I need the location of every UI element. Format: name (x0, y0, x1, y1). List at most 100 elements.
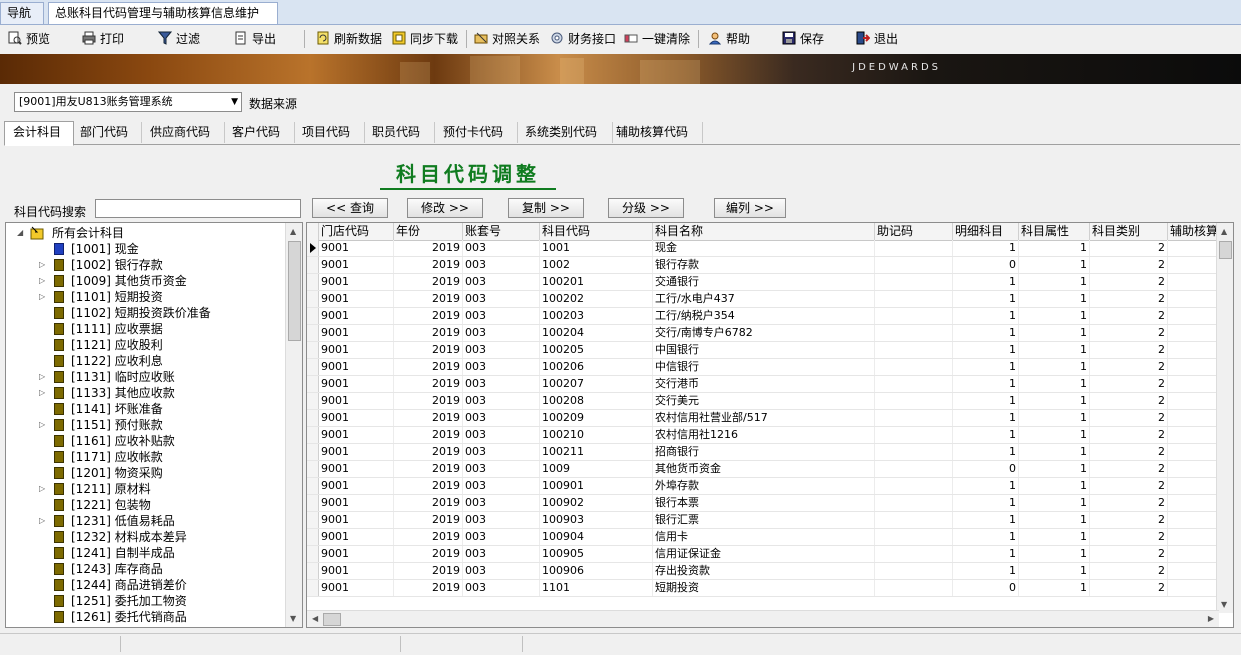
row-selector[interactable] (307, 342, 319, 358)
table-row[interactable]: 9001 2019 003 100201 交通银行 1 1 2 (307, 274, 1220, 291)
table-cell[interactable]: 1 (953, 478, 1019, 494)
table-cell[interactable]: 2 (1090, 308, 1168, 324)
expand-triangle-icon[interactable]: ▷ (39, 369, 49, 385)
table-cell[interactable] (875, 495, 953, 511)
table-cell[interactable]: 2 (1090, 291, 1168, 307)
table-cell[interactable]: 1 (1019, 393, 1090, 409)
table-cell[interactable]: 银行汇票 (653, 512, 875, 528)
table-cell[interactable]: 1 (1019, 427, 1090, 443)
table-cell[interactable] (875, 342, 953, 358)
table-cell[interactable]: 2 (1090, 580, 1168, 596)
grid-horizontal-scrollbar[interactable]: ◀ ▶ (307, 610, 1219, 627)
table-cell[interactable]: 1 (1019, 376, 1090, 392)
table-cell[interactable]: 农村信用社1216 (653, 427, 875, 443)
table-cell[interactable]: 9001 (319, 240, 394, 256)
table-cell[interactable]: 100901 (540, 478, 653, 494)
table-cell[interactable]: 003 (463, 291, 540, 307)
filter-button[interactable]: 过滤 (158, 29, 200, 49)
tab-employee-code[interactable]: 职员代码 (364, 122, 435, 143)
table-cell[interactable] (875, 580, 953, 596)
table-row[interactable]: 9001 2019 003 100205 中国银行 1 1 2 (307, 342, 1220, 359)
mapping-button[interactable]: 对照关系 (474, 29, 540, 49)
table-cell[interactable]: 003 (463, 427, 540, 443)
table-cell[interactable]: 存出投资款 (653, 563, 875, 579)
table-cell[interactable]: 9001 (319, 410, 394, 426)
table-cell[interactable]: 1 (1019, 546, 1090, 562)
table-cell[interactable] (875, 274, 953, 290)
table-row[interactable]: 9001 2019 003 1001 现金 1 1 2 (307, 240, 1220, 257)
table-cell[interactable]: 003 (463, 257, 540, 273)
table-cell[interactable]: 1 (1019, 325, 1090, 341)
scroll-down-arrow-icon[interactable]: ▼ (1221, 600, 1227, 609)
table-cell[interactable] (1168, 257, 1220, 273)
table-cell[interactable]: 2 (1090, 427, 1168, 443)
table-cell[interactable] (1168, 342, 1220, 358)
table-cell[interactable] (1168, 376, 1220, 392)
tab-account-code-maintenance[interactable]: 总账科目代码管理与辅助核算信息维护 (48, 2, 278, 24)
table-cell[interactable]: 2019 (394, 291, 463, 307)
clear-all-button[interactable]: 一键清除 (624, 29, 690, 49)
tab-department-code[interactable]: 部门代码 (72, 122, 142, 143)
table-cell[interactable]: 2 (1090, 325, 1168, 341)
table-cell[interactable]: 9001 (319, 427, 394, 443)
row-selector[interactable] (307, 240, 319, 256)
table-row[interactable]: 9001 2019 003 100906 存出投资款 1 1 2 (307, 563, 1220, 580)
account-tree[interactable]: ◢ 所有会计科目 [1001] 现金 ▷ [1002] 银行存款 ▷ [1009] 其他… (5, 222, 303, 628)
table-cell[interactable]: 9001 (319, 325, 394, 341)
tree-vertical-scrollbar[interactable]: ▲ ▼ (285, 223, 302, 627)
table-cell[interactable] (1168, 461, 1220, 477)
table-cell[interactable] (875, 546, 953, 562)
table-cell[interactable]: 其他货币资金 (653, 461, 875, 477)
table-cell[interactable] (1168, 410, 1220, 426)
table-row[interactable]: 9001 2019 003 100901 外埠存款 1 1 2 (307, 478, 1220, 495)
table-cell[interactable]: 0 (953, 580, 1019, 596)
row-selector[interactable] (307, 376, 319, 392)
table-cell[interactable]: 1 (1019, 359, 1090, 375)
table-row[interactable]: 9001 2019 003 100206 中信银行 1 1 2 (307, 359, 1220, 376)
table-cell[interactable]: 中信银行 (653, 359, 875, 375)
data-source-select[interactable]: [9001]用友U813账务管理系统 ▼ (14, 92, 242, 112)
help-button[interactable]: 帮助 (708, 29, 750, 49)
column-header[interactable]: 辅助核算 (1168, 223, 1220, 240)
table-cell[interactable]: 2019 (394, 325, 463, 341)
table-cell[interactable] (1168, 427, 1220, 443)
copy-button[interactable]: 复制 >> (508, 198, 584, 218)
table-cell[interactable] (1168, 325, 1220, 341)
table-cell[interactable]: 1 (953, 291, 1019, 307)
table-cell[interactable]: 9001 (319, 512, 394, 528)
table-cell[interactable]: 1 (1019, 308, 1090, 324)
table-cell[interactable]: 9001 (319, 495, 394, 511)
table-cell[interactable]: 2019 (394, 410, 463, 426)
table-cell[interactable]: 1 (953, 512, 1019, 528)
table-cell[interactable]: 2019 (394, 342, 463, 358)
table-cell[interactable]: 2 (1090, 342, 1168, 358)
expand-triangle-icon[interactable]: ▷ (39, 513, 49, 529)
tab-accounts[interactable]: 会计科目 (4, 121, 74, 146)
table-cell[interactable]: 003 (463, 529, 540, 545)
table-cell[interactable]: 2 (1090, 274, 1168, 290)
table-cell[interactable]: 2019 (394, 529, 463, 545)
table-cell[interactable]: 1101 (540, 580, 653, 596)
table-cell[interactable]: 100204 (540, 325, 653, 341)
table-cell[interactable]: 2 (1090, 461, 1168, 477)
table-cell[interactable]: 2019 (394, 308, 463, 324)
table-cell[interactable] (875, 325, 953, 341)
row-selector[interactable] (307, 478, 319, 494)
table-cell[interactable]: 003 (463, 580, 540, 596)
table-row[interactable]: 9001 2019 003 100904 信用卡 1 1 2 (307, 529, 1220, 546)
table-row[interactable]: 9001 2019 003 1101 短期投资 0 1 2 (307, 580, 1220, 597)
table-cell[interactable]: 2019 (394, 240, 463, 256)
table-cell[interactable] (1168, 512, 1220, 528)
finance-interface-button[interactable]: 财务接口 (550, 29, 616, 49)
table-cell[interactable]: 2 (1090, 495, 1168, 511)
table-cell[interactable] (875, 529, 953, 545)
tab-supplier-code[interactable]: 供应商代码 (142, 122, 225, 143)
expand-triangle-icon[interactable]: ▷ (39, 289, 49, 305)
table-cell[interactable]: 1 (1019, 291, 1090, 307)
scroll-thumb[interactable] (323, 613, 341, 626)
table-cell[interactable]: 1 (1019, 240, 1090, 256)
row-selector[interactable] (307, 427, 319, 443)
table-cell[interactable]: 外埠存款 (653, 478, 875, 494)
row-selector[interactable] (307, 393, 319, 409)
table-cell[interactable] (875, 393, 953, 409)
